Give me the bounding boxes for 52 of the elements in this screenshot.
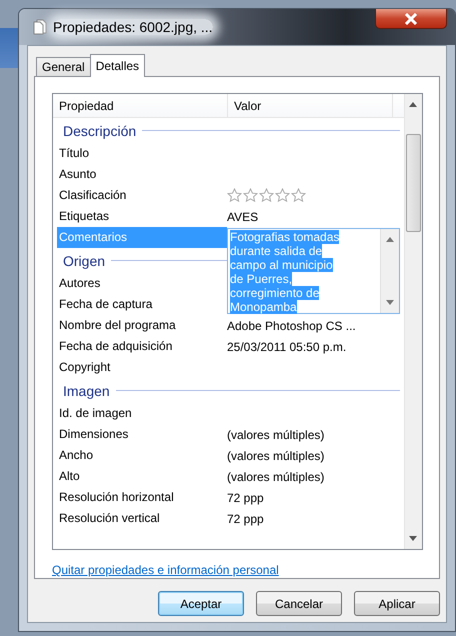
property-name[interactable]: Título	[57, 143, 227, 164]
property-name[interactable]: Autores	[57, 273, 227, 294]
property-name[interactable]: Dimensiones	[57, 424, 227, 445]
tab[interactable]: Detalles	[90, 54, 146, 77]
close-button[interactable]	[375, 9, 447, 29]
column-header[interactable]: Propiedad	[53, 94, 228, 117]
window-title: Propiedades: 6002.jpg, ...	[53, 19, 213, 35]
scroll-up-icon[interactable]	[386, 237, 394, 242]
property-name[interactable]: Alto	[57, 466, 227, 487]
group-heading: Origen	[63, 252, 106, 268]
star-icon[interactable]	[259, 188, 274, 203]
star-icon[interactable]	[227, 188, 242, 203]
star-icon[interactable]	[243, 188, 258, 203]
property-name[interactable]: Resolución vertical	[57, 508, 227, 529]
scroll-thumb[interactable]	[406, 134, 421, 232]
property-name[interactable]: Id. de imagen	[57, 403, 227, 424]
property-name[interactable]: Resolución horizontal	[57, 487, 227, 508]
property-value: (valores múltiples)	[227, 448, 324, 462]
property-name[interactable]: Asunto	[57, 164, 227, 185]
group-heading: Imagen	[63, 382, 110, 398]
property-value: 72 ppp	[227, 490, 264, 504]
property-value: (valores múltiples)	[227, 428, 324, 442]
remove-properties-link[interactable]: Quitar propiedades e información personal	[52, 563, 279, 577]
star-icon[interactable]	[291, 188, 306, 203]
property-name[interactable]: Copyright	[57, 357, 227, 378]
property-value: (valores múltiples)	[227, 470, 324, 484]
property-name[interactable]: Nombre del programa	[57, 315, 227, 336]
scroll-up-icon[interactable]	[409, 102, 417, 107]
group-heading: Descripción	[63, 122, 136, 138]
close-icon	[404, 12, 418, 24]
property-name[interactable]: Fecha de captura	[57, 294, 227, 315]
property-value: 25/03/2011 05:50 p.m.	[227, 340, 346, 354]
property-name[interactable]: Ancho	[57, 445, 227, 466]
tab[interactable]: General	[36, 57, 91, 76]
desktop-background	[0, 28, 18, 68]
property-value: AVES	[227, 210, 258, 224]
property-value: 72 ppp	[227, 512, 264, 526]
scroll-down-icon[interactable]	[386, 300, 394, 305]
dialog-button[interactable]: Aceptar	[158, 591, 244, 616]
property-name[interactable]: Etiquetas	[57, 206, 227, 227]
star-icon[interactable]	[275, 188, 290, 203]
document-icon	[33, 19, 47, 35]
scroll-down-icon[interactable]	[409, 536, 417, 541]
scrollbar[interactable]	[380, 229, 399, 313]
scrollbar[interactable]	[404, 94, 422, 549]
property-value: Adobe Photoshop CS ...	[227, 318, 356, 332]
dialog-button[interactable]: Aplicar	[354, 591, 440, 616]
dialog-button[interactable]: Cancelar	[256, 591, 342, 616]
column-header[interactable]: Valor	[228, 94, 393, 117]
property-name[interactable]: Clasificación	[57, 185, 227, 206]
property-name[interactable]: Fecha de adquisición	[57, 336, 227, 357]
rating-stars[interactable]	[227, 188, 306, 203]
